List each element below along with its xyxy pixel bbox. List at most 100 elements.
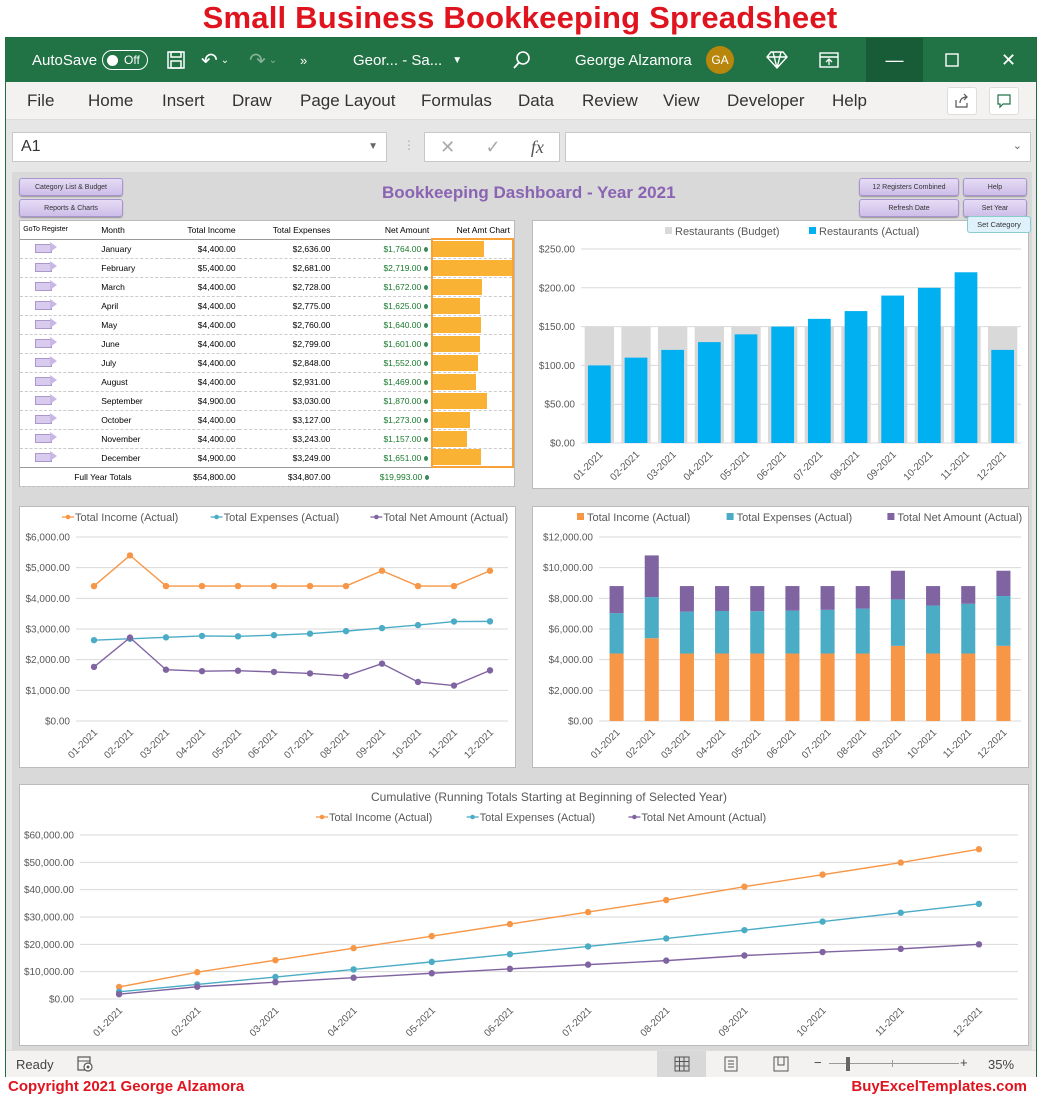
- restaurants-chart: Restaurants (Budget) Restaurants (Actual)…: [539, 226, 1021, 483]
- enter-icon[interactable]: ✓: [485, 137, 500, 158]
- tab-file[interactable]: File: [27, 82, 54, 120]
- legend-dot-marker: [374, 514, 379, 520]
- data-point: [270, 631, 278, 639]
- month-cell: January: [71, 239, 169, 259]
- tab-formulas[interactable]: Formulas: [421, 82, 492, 120]
- drag-handle-icon[interactable]: ⋮: [403, 138, 415, 152]
- table-row: March $4,400.00 $2,728.00 $1,672.00: [20, 277, 514, 297]
- x-tick-label: 02-2021: [608, 449, 642, 483]
- tab-insert[interactable]: Insert: [162, 82, 205, 120]
- undo-icon[interactable]: ↶ ⌄: [201, 38, 229, 82]
- totals-label: Full Year Totals: [71, 467, 169, 487]
- income-cell: $4,400.00: [168, 410, 239, 430]
- maximize-button[interactable]: [923, 38, 980, 82]
- refresh-date-button[interactable]: Refresh Date: [859, 199, 959, 217]
- save-icon[interactable]: [166, 38, 186, 82]
- x-tick-label: 03-2021: [138, 727, 172, 761]
- document-name[interactable]: Geor... - Sa... ▼: [353, 38, 462, 82]
- expand-formula-icon[interactable]: ⌄: [1013, 139, 1022, 152]
- goto-register-arrow-icon[interactable]: [34, 318, 57, 329]
- share-icon[interactable]: [947, 87, 977, 115]
- y-tick-label: $6,000.00: [26, 533, 71, 544]
- stacked-bar-segment: [996, 596, 1011, 646]
- data-point: [378, 624, 386, 632]
- x-tick-label: 02-2021: [102, 727, 136, 761]
- goto-register-arrow-icon[interactable]: [34, 356, 57, 367]
- x-tick-label: 12-2021: [951, 1005, 985, 1039]
- set-category-button[interactable]: Set Category: [967, 216, 1031, 233]
- zoom-out-button[interactable]: −: [814, 1055, 822, 1070]
- redo-icon[interactable]: ↷ ⌄: [249, 38, 277, 82]
- autosave-control[interactable]: AutoSave Off: [32, 38, 149, 82]
- normal-view-icon[interactable]: [657, 1051, 706, 1077]
- goto-register-arrow-icon[interactable]: [34, 394, 57, 405]
- tab-help[interactable]: Help: [832, 82, 867, 120]
- x-tick-label: 10-2021: [902, 449, 936, 483]
- stacked-bar-segment: [961, 603, 976, 654]
- help-button[interactable]: Help: [963, 178, 1027, 196]
- x-tick-label: 12-2021: [462, 727, 496, 761]
- goto-register-arrow-icon[interactable]: [34, 299, 57, 310]
- name-box[interactable]: A1 ▼: [12, 132, 387, 162]
- more-commands-icon[interactable]: »: [300, 38, 307, 82]
- goto-register-arrow-icon[interactable]: [34, 280, 57, 291]
- net-amount-bar: [433, 373, 476, 390]
- tab-draw[interactable]: Draw: [232, 82, 272, 120]
- zoom-slider-thumb[interactable]: [846, 1057, 850, 1071]
- user-name: George Alzamora: [575, 51, 692, 69]
- search-icon[interactable]: [512, 38, 532, 82]
- category-list-button[interactable]: Category List & Budget: [19, 178, 123, 196]
- comments-icon[interactable]: [989, 87, 1019, 115]
- data-point: [486, 667, 494, 674]
- goto-register-arrow-icon[interactable]: [34, 242, 57, 253]
- stacked-bar-segment: [996, 645, 1011, 721]
- legend-label: Restaurants (Actual): [819, 226, 919, 238]
- zoom-level[interactable]: 35%: [988, 1057, 1014, 1072]
- legend-label: Total Expenses (Actual): [737, 512, 853, 524]
- registers-combined-button[interactable]: 12 Registers Combined: [859, 178, 959, 196]
- close-button[interactable]: ✕: [980, 38, 1037, 82]
- goto-register-arrow-icon[interactable]: [34, 432, 57, 443]
- user-avatar[interactable]: GA: [706, 38, 734, 82]
- tab-developer[interactable]: Developer: [727, 82, 805, 120]
- autosave-toggle[interactable]: Off: [102, 50, 149, 70]
- tab-view[interactable]: View: [663, 82, 700, 120]
- page-break-view-icon[interactable]: [773, 1056, 789, 1075]
- goto-register-arrow-icon[interactable]: [34, 413, 57, 424]
- goto-register-arrow-icon[interactable]: [34, 375, 57, 386]
- goto-register-arrow-icon[interactable]: [34, 337, 57, 348]
- y-tick-label: $0.00: [550, 439, 575, 450]
- y-tick-label: $150.00: [539, 322, 576, 333]
- y-tick-label: $2,000.00: [549, 686, 594, 697]
- ribbon-display-icon[interactable]: [819, 38, 839, 82]
- tab-data[interactable]: Data: [518, 82, 554, 120]
- table-header: GoTo Register Month Total Income Total E…: [20, 221, 513, 240]
- reports-charts-button[interactable]: Reports & Charts: [19, 199, 123, 217]
- page-layout-view-icon[interactable]: [723, 1056, 739, 1075]
- legend-swatch: [665, 227, 672, 234]
- x-tick-label: 10-2021: [795, 1005, 829, 1039]
- data-point: [162, 666, 170, 673]
- net-amount-bar: [433, 392, 488, 409]
- tab-page-layout[interactable]: Page Layout: [300, 82, 395, 120]
- goto-register-arrow-icon[interactable]: [34, 451, 57, 462]
- tab-review[interactable]: Review: [582, 82, 638, 120]
- insert-function-icon[interactable]: fx: [531, 137, 544, 158]
- formula-input[interactable]: ⌄: [565, 132, 1031, 162]
- actual-bar: [587, 365, 611, 443]
- y-tick-label: $50.00: [544, 400, 575, 411]
- set-year-button[interactable]: Set Year: [963, 199, 1027, 217]
- table-row: November $4,400.00 $3,243.00 $1,157.00: [20, 429, 514, 449]
- diamond-icon[interactable]: [766, 38, 788, 82]
- cancel-icon[interactable]: ✕: [440, 137, 455, 158]
- minimize-button[interactable]: —: [866, 38, 923, 82]
- accessibility-icon[interactable]: [76, 1055, 94, 1076]
- chevron-down-icon[interactable]: ▼: [368, 133, 378, 161]
- site-link[interactable]: BuyExcelTemplates.com: [851, 1078, 1027, 1095]
- goto-register-arrow-icon[interactable]: [34, 261, 57, 272]
- data-point: [414, 621, 422, 629]
- status-dot-icon: [424, 455, 429, 461]
- tab-home[interactable]: Home: [88, 82, 133, 120]
- data-point: [350, 966, 357, 973]
- zoom-in-button[interactable]: +: [960, 1055, 968, 1070]
